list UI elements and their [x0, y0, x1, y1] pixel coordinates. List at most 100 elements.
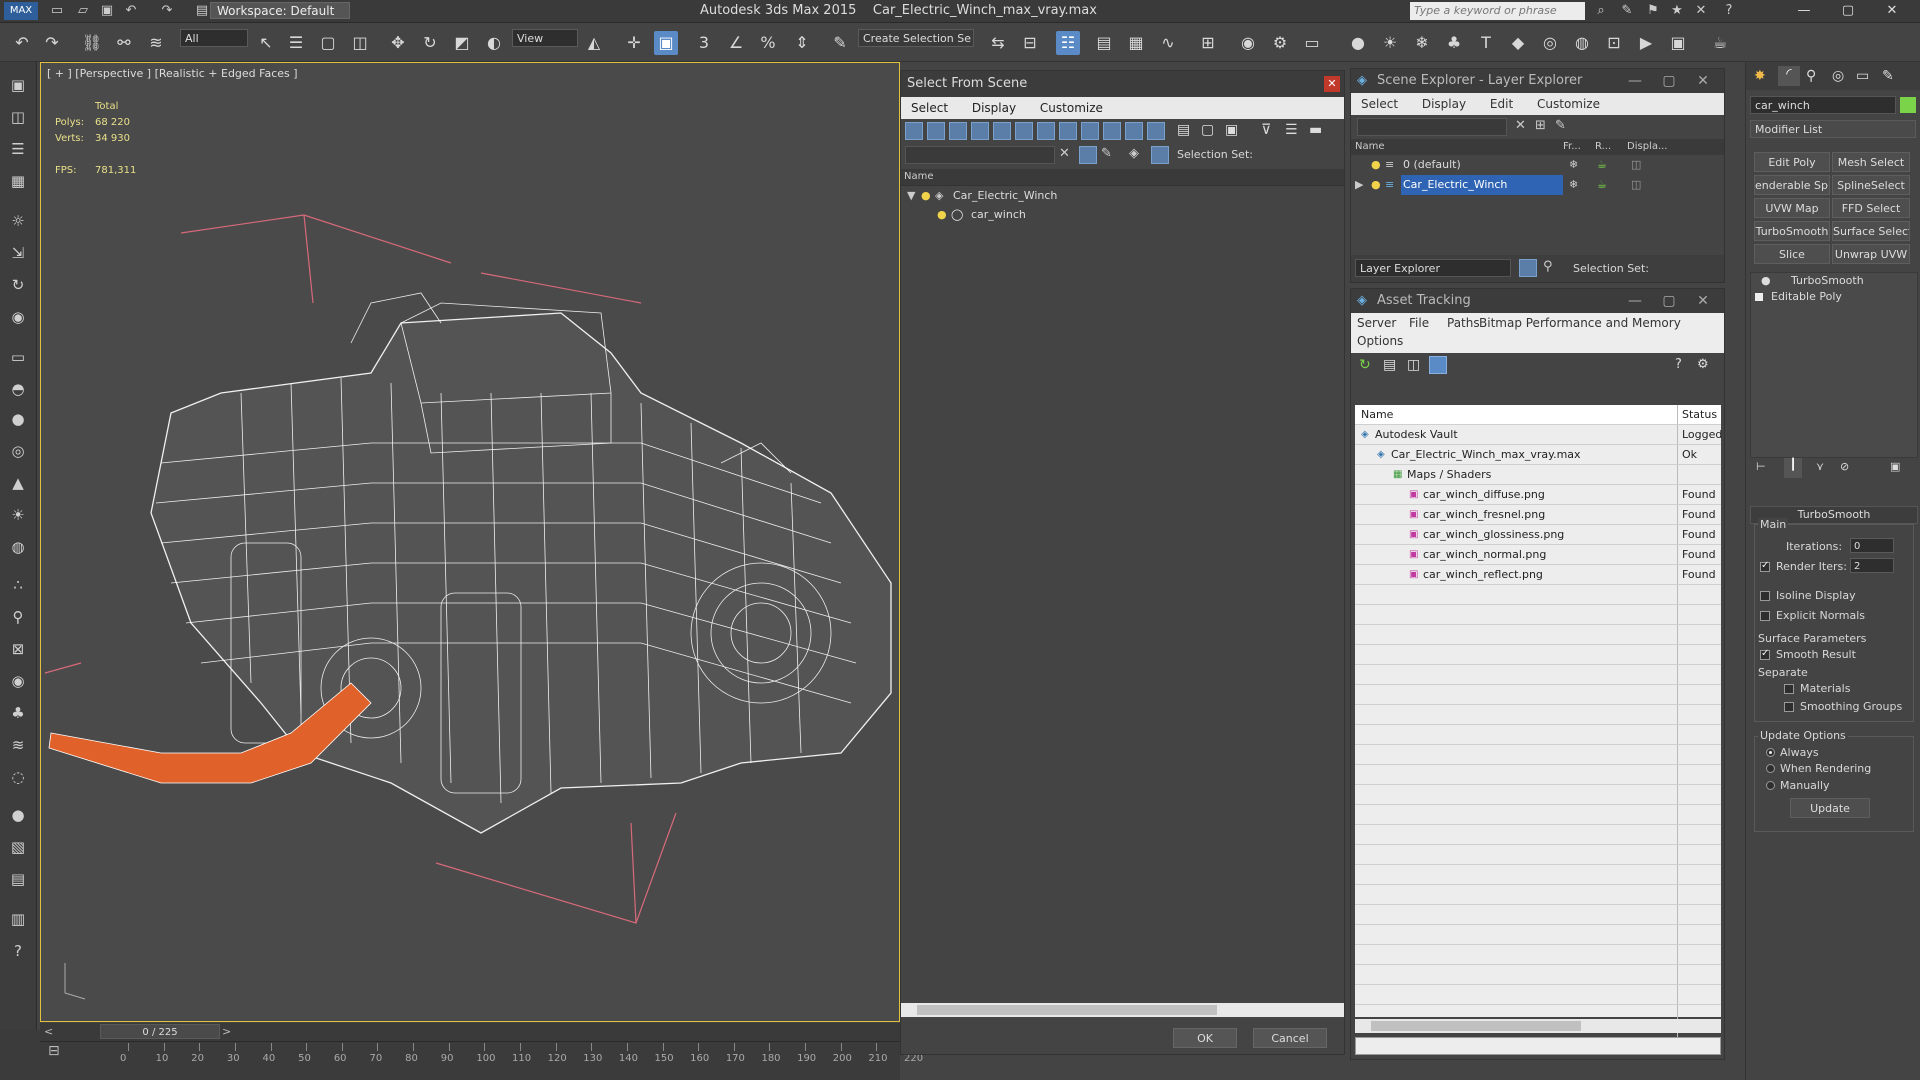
text-icon[interactable]: T — [1474, 31, 1498, 55]
expand-arrow-icon[interactable]: ▶ — [1355, 175, 1363, 195]
smoothing-groups-checkbox[interactable] — [1784, 702, 1794, 712]
scrollbar-thumb[interactable] — [1371, 1021, 1581, 1031]
column-status[interactable]: Status — [1677, 405, 1717, 424]
column-frozen[interactable]: Fr... — [1563, 141, 1581, 152]
close-tab-icon[interactable]: ✕ — [1692, 2, 1710, 20]
asset-row[interactable]: ▣ car_winch_glossiness.png Found — [1355, 525, 1721, 545]
select-by-name-icon[interactable]: ☰ — [284, 31, 308, 55]
edit-named-selections-icon[interactable]: ✎ — [828, 31, 852, 55]
turbosmooth-button[interactable]: TurboSmooth — [1754, 221, 1830, 241]
configure-sets-icon[interactable]: ▣ — [1890, 460, 1900, 473]
schematic-icon[interactable]: ⊞ — [1196, 31, 1220, 55]
asset-path-field[interactable] — [1355, 1037, 1721, 1055]
edit-poly-button[interactable]: Edit Poly — [1754, 152, 1830, 172]
asset-tracking-titlebar[interactable]: ◈ Asset Tracking — ▢ ✕ — [1351, 289, 1724, 313]
motion-tab-icon[interactable]: ◎ — [1832, 68, 1844, 84]
lights-filter-icon[interactable] — [949, 122, 967, 140]
render-iters-checkbox[interactable] — [1760, 560, 1770, 572]
column-name[interactable]: Name — [1361, 405, 1393, 424]
particles-left-icon[interactable]: ∴ — [7, 574, 29, 596]
asset-row[interactable]: ▣ car_winch_reflect.png Found — [1355, 565, 1721, 585]
when-rendering-radio[interactable] — [1766, 764, 1775, 773]
helpers-filter-icon[interactable] — [993, 122, 1011, 140]
named-selection-set-dropdown[interactable]: Create Selection Se — [858, 29, 974, 47]
menu-customize[interactable]: Customize — [1030, 101, 1113, 115]
scene-find-field[interactable] — [1357, 118, 1507, 136]
create-tab-icon[interactable]: ✸ — [1754, 68, 1766, 84]
render-region-icon[interactable]: ▣ — [1666, 31, 1690, 55]
render-active-icon[interactable]: ◍ — [1570, 31, 1594, 55]
ok-button[interactable]: OK — [1173, 1028, 1237, 1048]
mini-curve-editor-icon[interactable]: ⊟ — [48, 1043, 68, 1063]
sign-in-icon[interactable]: ⚑ — [1644, 2, 1662, 20]
menu-options[interactable]: Options — [1357, 334, 1403, 348]
render-iters-spinner[interactable]: 2 — [1850, 558, 1894, 573]
tree-view-icon[interactable]: ◫ — [1407, 357, 1420, 373]
scene-explorer-titlebar[interactable]: ◈ Scene Explorer - Layer Explorer — ▢ ✕ — [1351, 69, 1724, 93]
graphite-icon[interactable]: ▦ — [1124, 31, 1148, 55]
layer-row-car-electric-winch[interactable]: ▶ ● ≡ Car_Electric_Winch ❄ ☕ ◫ — [1351, 175, 1724, 195]
tree-item-car-winch[interactable]: ● ◯ car_winch — [901, 205, 1344, 224]
next-frame-icon[interactable]: > — [222, 1025, 231, 1038]
bind-space-warp-icon[interactable]: ≋ — [144, 31, 168, 55]
filter-icon[interactable]: ⊽ — [1261, 122, 1271, 138]
modify-tab-icon[interactable]: ◜ — [1778, 66, 1800, 86]
surface-select-button[interactable]: Surface Select — [1832, 221, 1910, 241]
cameras-filter-icon[interactable] — [971, 122, 989, 140]
pivot-icon[interactable]: ✛ — [622, 31, 646, 55]
freeze-icon[interactable]: ❄ — [1569, 155, 1578, 175]
menu-bitmap-performance[interactable]: Bitmap Performance and Memory — [1479, 316, 1681, 330]
groups-filter-icon[interactable] — [1037, 122, 1055, 140]
unwrap-uvw-button[interactable]: Unwrap UVW — [1832, 244, 1910, 264]
filter-toggle-icon[interactable] — [1079, 146, 1097, 164]
mesh-select-button[interactable]: Mesh Select — [1832, 152, 1910, 172]
asset-row[interactable]: ▦ Maps / Shaders — [1355, 465, 1721, 485]
shapes-filter-icon[interactable] — [927, 122, 945, 140]
smooth-result-checkbox[interactable] — [1760, 648, 1770, 660]
grid-icon[interactable]: ▦ — [7, 170, 29, 192]
menu-customize[interactable]: Customize — [1527, 97, 1610, 111]
spacewarps-filter-icon[interactable] — [1015, 122, 1033, 140]
display-icon[interactable]: ◫ — [1631, 155, 1641, 175]
select-invert-icon[interactable]: ▣ — [1225, 122, 1238, 138]
shape-icon[interactable]: ◆ — [1506, 31, 1530, 55]
new-icon[interactable]: ▭ — [48, 2, 66, 20]
sphere-icon[interactable]: ● — [7, 408, 29, 430]
window-crossing-icon[interactable]: ◫ — [348, 31, 372, 55]
display-tab-icon[interactable]: ▭ — [1856, 68, 1869, 84]
menu-display[interactable]: Display — [962, 101, 1026, 115]
light-bulb-icon[interactable]: ● — [937, 205, 947, 224]
highlight-icon[interactable]: ✎ — [1555, 118, 1566, 133]
frame-icon[interactable]: ⊡ — [1602, 31, 1626, 55]
tree-icon[interactable]: ♣ — [1442, 31, 1466, 55]
script-icon[interactable]: ▤ — [7, 868, 29, 890]
display-icon[interactable]: ◫ — [1631, 175, 1641, 195]
always-radio[interactable] — [1766, 748, 1775, 757]
stack-item-turbosmooth[interactable]: ● TurboSmooth — [1751, 273, 1917, 289]
viewport-layout-icon[interactable]: ▣ — [7, 74, 29, 96]
sun-icon[interactable]: ☀ — [1378, 31, 1402, 55]
help-icon[interactable]: ? — [1675, 357, 1682, 372]
time-slider[interactable]: < 0 / 225 > — [40, 1023, 900, 1042]
open-icon[interactable]: ▱ — [74, 2, 92, 20]
search-input[interactable]: Type a keyword or phrase — [1410, 2, 1585, 20]
camera-icon[interactable]: ◉ — [7, 306, 29, 328]
horizontal-scrollbar[interactable] — [901, 1003, 1344, 1017]
select-dialog-titlebar[interactable]: Select From Scene ✕ — [901, 71, 1344, 97]
help-left-icon[interactable]: ? — [7, 940, 29, 962]
app-menu-button[interactable]: MAX — [4, 2, 38, 20]
teapot-icon[interactable]: ☕ — [1708, 31, 1732, 55]
select-manipulate-icon[interactable]: ▣ — [654, 31, 678, 55]
redo-icon[interactable]: ↷ — [40, 31, 64, 55]
mirror-icon[interactable]: ◭ — [582, 31, 606, 55]
align-icon[interactable]: ⊟ — [1018, 31, 1042, 55]
image-icon[interactable]: ▧ — [7, 836, 29, 858]
asset-row[interactable]: ▣ car_winch_fresnel.png Found — [1355, 505, 1721, 525]
render-frame-left-icon[interactable]: ◫ — [7, 106, 29, 128]
menu-display[interactable]: Display — [1412, 97, 1476, 111]
xrefs-filter-icon[interactable] — [1059, 122, 1077, 140]
box-icon[interactable]: ▭ — [7, 346, 29, 368]
select-name-column[interactable]: Name — [901, 169, 1344, 186]
scale-left-icon[interactable]: ⇲ — [7, 242, 29, 264]
render-teapot-icon[interactable]: ☕ — [1597, 175, 1607, 195]
